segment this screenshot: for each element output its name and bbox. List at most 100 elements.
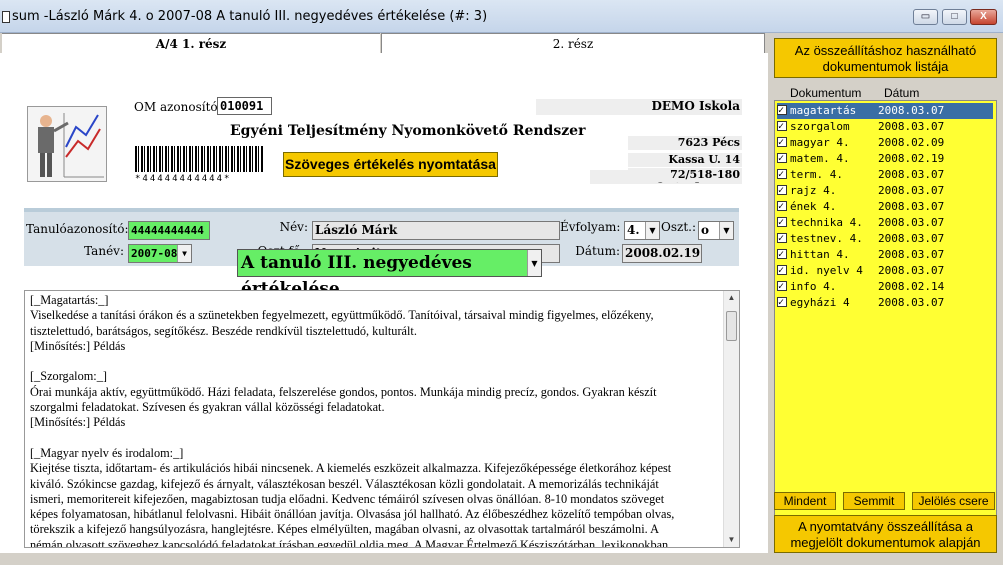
date-field[interactable]: 2008.02.19 xyxy=(622,244,702,263)
app-icon[interactable] xyxy=(2,11,10,23)
document-checkbox[interactable] xyxy=(777,295,787,311)
document-name: term. 4. xyxy=(790,168,843,181)
year-value: 2007-08 xyxy=(131,247,178,260)
scroll-up-icon[interactable]: ▲ xyxy=(724,293,739,302)
document-row[interactable]: id. nyelv 4 2008.03.07 xyxy=(777,263,993,279)
invert-selection-button[interactable]: Jelölés csere xyxy=(912,492,995,510)
status-bar xyxy=(0,553,1003,565)
evaluation-type-select[interactable]: A tanuló III. negyedéves értékelése ▼ xyxy=(237,249,542,299)
grade-select[interactable]: 4. ▼ xyxy=(624,221,660,240)
evaluation-line: ismeri, memoritereit kifejezően, magabiz… xyxy=(30,491,665,506)
scrollbar-thumb[interactable] xyxy=(726,311,737,341)
evaluation-textarea[interactable]: [_Magatartás:_] Viselkedése a tanítási ór… xyxy=(24,290,740,548)
document-name: info 4. xyxy=(790,280,837,293)
document-name: magatartás xyxy=(790,104,857,117)
window-title: sum -László Márk 4. o 2007-08 A tanuló I… xyxy=(12,9,488,24)
grade-value: 4. xyxy=(627,223,640,237)
document-checkbox[interactable] xyxy=(777,231,787,247)
document-checkbox[interactable] xyxy=(777,215,787,231)
document-checkbox[interactable] xyxy=(777,183,787,199)
system-title: Egyéni Teljesítmény Nyomonkövető Rendsze… xyxy=(230,123,586,139)
document-date: 2008.03.07 xyxy=(878,296,945,309)
address-city: 7623 Pécs xyxy=(628,136,742,150)
document-date: 2008.02.09 xyxy=(878,136,945,149)
barcode-text: *44444444444* xyxy=(135,174,232,184)
evaluation-line: némán olvasott szöveghez kapcsolódó fela… xyxy=(30,537,672,548)
name-field[interactable]: László Márk xyxy=(312,221,560,240)
document-row[interactable]: magatartás 2008.03.07 xyxy=(777,103,993,119)
evaluation-line: képes folyamatosan, hibátlanul felolvasn… xyxy=(30,507,675,522)
document-row[interactable]: szorgalom 2008.03.07 xyxy=(777,119,993,135)
document-name: id. nyelv 4 xyxy=(790,264,863,277)
document-name: szorgalom xyxy=(790,120,850,133)
left-panel: A/4 1. rész 2. rész OM azonosító: 010091… xyxy=(0,33,768,553)
document-checkbox[interactable] xyxy=(777,135,787,151)
document-checkbox[interactable] xyxy=(777,263,787,279)
document-row[interactable]: technika 4. 2008.03.07 xyxy=(777,215,993,231)
name-label: Név: xyxy=(279,220,308,234)
document-row[interactable]: matem. 4. 2008.02.19 xyxy=(777,151,993,167)
maximize-button[interactable]: □ xyxy=(942,9,967,25)
document-name: hittan 4. xyxy=(790,248,850,261)
document-row[interactable]: rajz 4. 2008.03.07 xyxy=(777,183,993,199)
document-checkbox[interactable] xyxy=(777,151,787,167)
evaluation-line: [Minősítés:] Példás xyxy=(30,338,126,353)
close-button[interactable]: X xyxy=(970,9,997,25)
document-row[interactable]: hittan 4. 2008.03.07 xyxy=(777,247,993,263)
student-id-label: Tanulóazonosító: xyxy=(26,222,129,236)
class-value: o xyxy=(701,223,710,237)
document-checkbox[interactable] xyxy=(777,119,787,135)
document-checkbox[interactable] xyxy=(777,247,787,263)
document-checkbox[interactable] xyxy=(777,279,787,295)
evaluation-line: Órai munkája aktív, együttműködő. Házi f… xyxy=(30,384,657,399)
evaluation-line: [_Magatartás:_] xyxy=(30,293,109,307)
chevron-down-icon: ▼ xyxy=(719,222,733,239)
student-id-field[interactable]: 44444444444 xyxy=(128,221,210,240)
column-document-header: Dokumentum xyxy=(790,86,862,100)
tab-part-2[interactable]: 2. rész xyxy=(381,33,765,53)
document-date: 2008.03.07 xyxy=(878,184,945,197)
document-checkbox[interactable] xyxy=(777,167,787,183)
tab-part-1[interactable]: A/4 1. rész xyxy=(2,33,380,53)
year-label: Tanév: xyxy=(84,244,124,258)
document-date: 2008.03.07 xyxy=(878,264,945,277)
scroll-down-icon[interactable]: ▼ xyxy=(724,535,739,544)
document-row[interactable]: egyházi 4 2008.03.07 xyxy=(777,295,993,311)
class-select[interactable]: o ▼ xyxy=(698,221,734,240)
address-street: Kassa U. 14 xyxy=(628,153,742,167)
document-row[interactable]: term. 4. 2008.03.07 xyxy=(777,167,993,183)
document-row[interactable]: testnev. 4. 2008.03.07 xyxy=(777,231,993,247)
document-checkbox[interactable] xyxy=(777,103,787,119)
document-row[interactable]: magyar 4. 2008.02.09 xyxy=(777,135,993,151)
document-checkbox[interactable] xyxy=(777,199,787,215)
document-row[interactable]: info 4. 2008.02.14 xyxy=(777,279,993,295)
select-none-button[interactable]: Semmit xyxy=(843,492,905,510)
print-evaluation-button[interactable]: Szöveges értékelés nyomtatása xyxy=(283,152,498,177)
chevron-down-icon: ▼ xyxy=(177,245,191,262)
document-name: matem. 4. xyxy=(790,152,850,165)
om-id-field[interactable]: 010091 xyxy=(217,97,272,115)
document-date: 2008.03.07 xyxy=(878,232,945,245)
select-all-button[interactable]: Mindent xyxy=(774,492,836,510)
document-date: 2008.03.07 xyxy=(878,200,945,213)
presenter-chart-logo xyxy=(27,106,107,182)
document-row[interactable]: ének 4. 2008.03.07 xyxy=(777,199,993,215)
school-phone: 72/518-180 xyxy=(628,168,742,182)
document-name: egyházi 4 xyxy=(790,296,850,309)
document-list-button[interactable]: Az összeállításhoz használható dokumentu… xyxy=(774,38,997,78)
evaluation-line: kiváló. Szókincse gazdag, kifejező és ár… xyxy=(30,476,659,491)
title-bar: sum -László Márk 4. o 2007-08 A tanuló I… xyxy=(0,0,1003,33)
vertical-scrollbar[interactable]: ▲ ▼ xyxy=(723,291,739,547)
close-icon: X xyxy=(980,11,987,22)
evaluation-text: [_Magatartás:_] Viselkedése a tanítási ór… xyxy=(30,293,724,548)
minimize-button[interactable]: ▭ xyxy=(913,9,938,25)
om-label: OM azonosító: xyxy=(134,100,222,114)
compose-form-button[interactable]: A nyomtatvány összeállítása a megjelölt … xyxy=(774,515,997,553)
grade-label: Évfolyam: xyxy=(560,220,621,234)
year-select[interactable]: 2007-08 ▼ xyxy=(128,244,192,263)
document-name: technika 4. xyxy=(790,216,863,229)
class-label: Oszt.: xyxy=(661,220,696,234)
document-date: 2008.03.07 xyxy=(878,216,945,229)
school-name: DEMO Iskola xyxy=(536,99,742,115)
document-date: 2008.03.07 xyxy=(878,168,945,181)
